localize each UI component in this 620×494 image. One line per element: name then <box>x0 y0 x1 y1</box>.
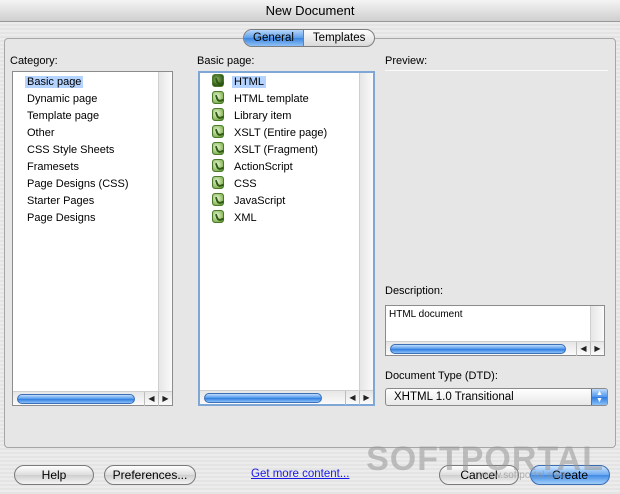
doctype-select[interactable]: XHTML 1.0 Transitional ▲ ▼ <box>385 388 608 406</box>
category-vertical-scrollbar[interactable] <box>158 72 172 391</box>
dreamweaver-file-icon <box>212 108 224 121</box>
file-item-actionscript[interactable]: ActionScript <box>200 159 359 176</box>
scroll-right-arrow-icon[interactable]: ▶ <box>158 392 172 406</box>
scroll-left-arrow-icon[interactable]: ◀ <box>576 342 590 356</box>
dreamweaver-file-icon <box>212 74 224 87</box>
tab-templates[interactable]: Templates <box>304 30 374 46</box>
file-item-javascript[interactable]: JavaScript <box>200 193 359 210</box>
file-item-xml[interactable]: XML <box>200 210 359 227</box>
tab-general[interactable]: General <box>244 30 304 46</box>
category-item-page-designs[interactable]: Page Designs <box>13 210 158 227</box>
window-title: New Document <box>0 0 620 22</box>
file-item-library-item[interactable]: Library item <box>200 108 359 125</box>
category-item-basic-page[interactable]: Basic page <box>13 74 158 91</box>
category-item-template-page[interactable]: Template page <box>13 108 158 125</box>
scroll-right-arrow-icon[interactable]: ▶ <box>359 391 373 405</box>
doctype-value: XHTML 1.0 Transitional <box>394 391 514 403</box>
help-button[interactable]: Help <box>14 465 94 485</box>
get-more-content-link[interactable]: Get more content... <box>251 468 349 480</box>
file-item-xslt-entire-page[interactable]: XSLT (Entire page) <box>200 125 359 142</box>
category-item-page-designs-css[interactable]: Page Designs (CSS) <box>13 176 158 193</box>
description-horizontal-scrollbar[interactable]: ◀ ▶ <box>386 341 604 356</box>
cancel-button[interactable]: Cancel <box>439 465 519 485</box>
dreamweaver-file-icon <box>212 142 224 155</box>
file-item-css[interactable]: CSS <box>200 176 359 193</box>
category-item-css-style-sheets[interactable]: CSS Style Sheets <box>13 142 158 159</box>
file-item-html[interactable]: HTML <box>200 74 359 91</box>
category-item-starter-pages[interactable]: Starter Pages <box>13 193 158 210</box>
file-item-xslt-fragment[interactable]: XSLT (Fragment) <box>200 142 359 159</box>
category-item-framesets[interactable]: Framesets <box>13 159 158 176</box>
updown-caret-icon: ▲ ▼ <box>591 389 607 405</box>
preview-area <box>385 74 608 274</box>
category-item-other[interactable]: Other <box>13 125 158 142</box>
category-list: Basic page Dynamic page Template page Ot… <box>12 71 173 406</box>
category-label: Category: <box>10 55 58 67</box>
basic-page-horizontal-scrollbar[interactable]: ◀ ▶ <box>200 390 373 405</box>
basic-page-vertical-scrollbar[interactable] <box>359 73 373 390</box>
description-box: HTML document ◀ ▶ <box>385 305 605 356</box>
dreamweaver-file-icon <box>212 159 224 172</box>
basic-page-list: HTML HTML template Library item XSLT (En… <box>198 71 375 406</box>
dreamweaver-file-icon <box>212 91 224 104</box>
scroll-right-arrow-icon[interactable]: ▶ <box>590 342 604 356</box>
scroll-left-arrow-icon[interactable]: ◀ <box>144 392 158 406</box>
dreamweaver-file-icon <box>212 210 224 223</box>
preview-divider <box>385 70 608 71</box>
scroll-left-arrow-icon[interactable]: ◀ <box>345 391 359 405</box>
dreamweaver-file-icon <box>212 125 224 138</box>
description-scroll-thumb[interactable] <box>390 344 566 354</box>
tab-bar: General Templates <box>243 29 376 47</box>
description-label: Description: <box>385 285 444 297</box>
doctype-label: Document Type (DTD): <box>385 370 498 382</box>
preview-label: Preview: <box>385 55 428 67</box>
preferences-button[interactable]: Preferences... <box>104 465 196 485</box>
basic-page-scroll-thumb[interactable] <box>204 393 322 403</box>
create-button[interactable]: Create <box>530 465 610 485</box>
category-horizontal-scrollbar[interactable]: ◀ ▶ <box>13 391 172 406</box>
file-item-html-template[interactable]: HTML template <box>200 91 359 108</box>
dreamweaver-file-icon <box>212 193 224 206</box>
category-scroll-thumb[interactable] <box>17 394 135 404</box>
description-vertical-scrollbar[interactable] <box>590 306 604 341</box>
basic-page-label: Basic page: <box>197 55 255 67</box>
category-item-dynamic-page[interactable]: Dynamic page <box>13 91 158 108</box>
description-text: HTML document <box>389 309 463 320</box>
dreamweaver-file-icon <box>212 176 224 189</box>
